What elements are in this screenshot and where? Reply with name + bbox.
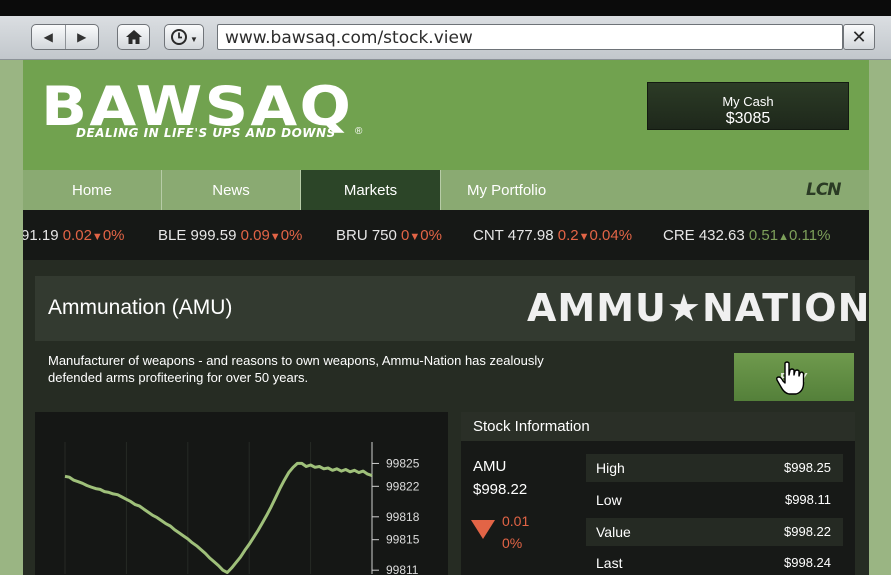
y-tick-label: 99811 (386, 563, 419, 575)
ticker-item[interactable]: CNT 477.98 0.2▼0.04% (473, 227, 632, 244)
close-icon: ✕ (851, 26, 867, 47)
stock-price: $998.22 (473, 481, 528, 498)
history-button[interactable]: ▼ (164, 24, 204, 50)
tab-markets[interactable]: Markets (301, 170, 440, 210)
close-button[interactable]: ✕ (843, 24, 875, 50)
y-tick-label: 99815 (386, 533, 420, 547)
company-name: Ammunation (AMU) (48, 296, 233, 319)
ticker-item[interactable]: 91.19 0.02▼0% (23, 227, 125, 244)
history-nav-group: ◀ ▶ (31, 24, 99, 50)
browser-toolbar: ◀ ▶ ▼ www.bawsaq.com/stock.view ✕ (0, 0, 891, 60)
market-content: Ammunation (AMU) AMMU★NATION Manufacture… (23, 260, 869, 575)
stock-information-panel: Stock Information AMU $998.22 0.01 0% Hi… (461, 412, 855, 575)
stock-change-pct: 0% (502, 535, 523, 551)
company-banner: Ammunation (AMU) AMMU★NATION (35, 276, 869, 341)
my-cash-panel: My Cash $3085 (647, 82, 849, 130)
ticker-item[interactable]: CRE 432.63 0.51▲0.11% (663, 227, 830, 244)
bawsaq-site: BAWSAQ DEALING IN LIFE'S UPS AND DOWNS ®… (23, 60, 869, 575)
home-button[interactable] (117, 24, 150, 50)
y-tick-label: 99818 (386, 510, 420, 524)
site-tagline: DEALING IN LIFE'S UPS AND DOWNS (76, 126, 336, 140)
up-arrow-icon: ▲ (778, 231, 789, 243)
stock-stat-row: Low $998.11 (596, 492, 831, 508)
price-chart: 99825 99822 99818 99815 99811 (35, 412, 448, 575)
y-tick-label: 99825 (386, 456, 420, 470)
y-tick-label: 99822 (386, 479, 420, 493)
down-arrow-icon: ▼ (409, 231, 421, 243)
price-chart-svg: 99825 99822 99818 99815 99811 (64, 442, 420, 575)
down-triangle-icon (471, 520, 495, 539)
down-arrow-icon: ▼ (578, 231, 590, 243)
stock-ticker: 91.19 0.02▼0% BLE 999.59 0.09▼0% BRU 750… (23, 210, 869, 260)
stock-change: 0.01 0% (502, 510, 529, 554)
forward-icon: ▶ (77, 30, 87, 44)
home-icon (125, 30, 142, 44)
site-header: BAWSAQ DEALING IN LIFE'S UPS AND DOWNS ®… (23, 60, 869, 170)
ticker-item[interactable]: BRU 750 0▼0% (336, 227, 442, 244)
down-arrow-icon: ▼ (269, 231, 281, 243)
back-icon: ◀ (43, 30, 53, 44)
clock-icon (171, 29, 188, 45)
stock-stat-row: Last $998.24 (596, 555, 831, 571)
stock-stat-row: High $998.25 (586, 454, 843, 482)
down-arrow-icon: ▼ (91, 231, 103, 243)
company-description: Manufacturer of weapons - and reasons to… (48, 353, 544, 385)
main-nav: Home News Markets My Portfolio (23, 170, 869, 210)
cash-value: $3085 (725, 110, 771, 127)
cash-label: My Cash (722, 94, 774, 109)
tab-my-portfolio[interactable]: My Portfolio (440, 170, 580, 210)
hand-cursor-icon (776, 361, 805, 395)
price-series-line (64, 461, 373, 574)
stock-change-value: 0.01 (502, 513, 530, 529)
network-logo: LCN (806, 180, 842, 200)
stock-stat-row: Value $998.22 (586, 518, 843, 546)
back-button[interactable]: ◀ (32, 25, 65, 49)
ticker-item[interactable]: BLE 999.59 0.09▼0% (158, 227, 302, 244)
stock-symbol: AMU (473, 458, 507, 475)
address-bar[interactable]: www.bawsaq.com/stock.view (217, 24, 843, 50)
tab-home[interactable]: Home (23, 170, 162, 210)
tab-news[interactable]: News (162, 170, 301, 210)
registered-mark: ® (355, 126, 363, 137)
stock-info-header: Stock Information (461, 412, 855, 441)
company-brand-logo: AMMU★NATION (527, 286, 871, 330)
forward-button[interactable]: ▶ (64, 25, 99, 49)
window-top-bar (0, 0, 891, 16)
chevron-down-icon: ▼ (190, 35, 198, 44)
